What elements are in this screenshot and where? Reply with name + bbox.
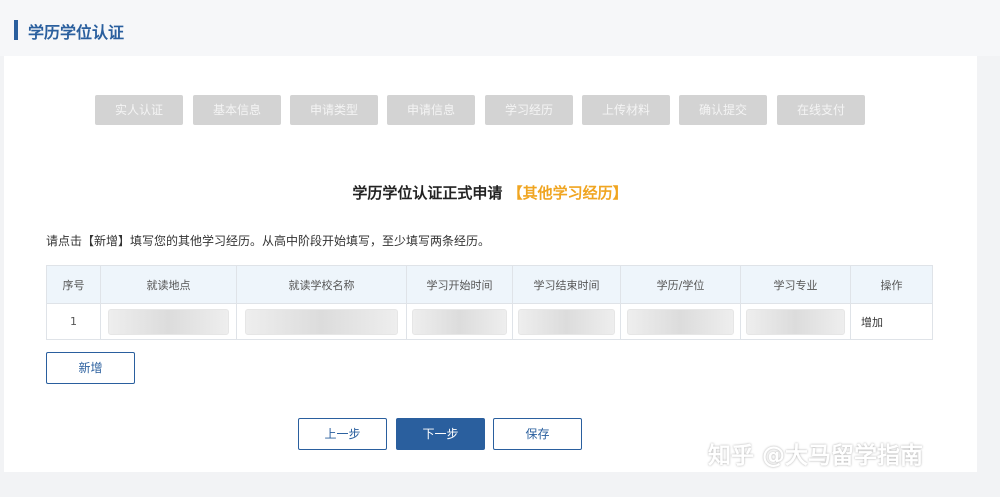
school-name-cell: [236, 303, 407, 340]
major-input[interactable]: [746, 308, 845, 335]
form-title-main: 学历学位认证正式申请: [352, 184, 503, 202]
step-confirm-submit: 确认提交: [679, 95, 767, 125]
watermark-text: 知乎 @大马留学指南: [708, 443, 924, 469]
col-header-index: 序号: [46, 265, 101, 304]
step-real-name-auth: 实人认证: [95, 95, 183, 125]
step-basic-info: 基本信息: [193, 95, 281, 125]
step-application-info: 申请信息: [387, 95, 475, 125]
step-study-history: 学习经历: [485, 95, 573, 125]
start-time-cell: [406, 303, 513, 340]
col-header-start-time: 学习开始时间: [406, 265, 513, 304]
col-header-location: 就读地点: [100, 265, 237, 304]
study-history-table: 序号 就读地点 就读学校名称 学习开始时间 学习结束时间 学历/学位 学习专业 …: [46, 265, 933, 340]
table-header-row: 序号 就读地点 就读学校名称 学习开始时间 学习结束时间 学历/学位 学习专业 …: [46, 265, 933, 304]
school-name-input[interactable]: [245, 308, 398, 335]
table-row: 1 增加: [46, 303, 933, 340]
major-cell: [740, 303, 851, 340]
step-application-type: 申请类型: [290, 95, 378, 125]
add-record-button[interactable]: 新增: [46, 352, 135, 384]
next-step-button[interactable]: 下一步: [396, 418, 485, 450]
previous-step-button[interactable]: 上一步: [298, 418, 387, 450]
location-cell: [100, 303, 237, 340]
degree-cell: [620, 303, 741, 340]
row-add-link[interactable]: 增加: [850, 303, 933, 340]
step-upload-materials: 上传材料: [582, 95, 670, 125]
step-progress: 实人认证 基本信息 申请类型 申请信息 学习经历 上传材料 确认提交 在线支付: [95, 95, 875, 125]
form-title-subtitle: 【其他学习经历】: [507, 184, 628, 202]
end-time-cell: [512, 303, 621, 340]
degree-select[interactable]: [626, 308, 735, 335]
start-time-input[interactable]: [412, 308, 507, 335]
step-online-payment: 在线支付: [777, 95, 865, 125]
row-index: 1: [46, 303, 101, 340]
header-accent-bar: [14, 20, 18, 40]
instruction-text: 请点击【新增】填写您的其他学习经历。从高中阶段开始填写，至少填写两条经历。: [46, 234, 491, 248]
form-title: 学历学位认证正式申请 【其他学习经历】: [0, 182, 980, 203]
save-button[interactable]: 保存: [493, 418, 582, 450]
col-header-end-time: 学习结束时间: [512, 265, 621, 304]
page-header: 学历学位认证: [0, 0, 1000, 56]
col-header-actions: 操作: [850, 265, 933, 304]
col-header-major: 学习专业: [740, 265, 851, 304]
location-select[interactable]: [107, 308, 230, 335]
col-header-school-name: 就读学校名称: [236, 265, 407, 304]
col-header-degree: 学历/学位: [620, 265, 741, 304]
page-title: 学历学位认证: [28, 23, 125, 42]
end-time-input[interactable]: [518, 308, 615, 335]
